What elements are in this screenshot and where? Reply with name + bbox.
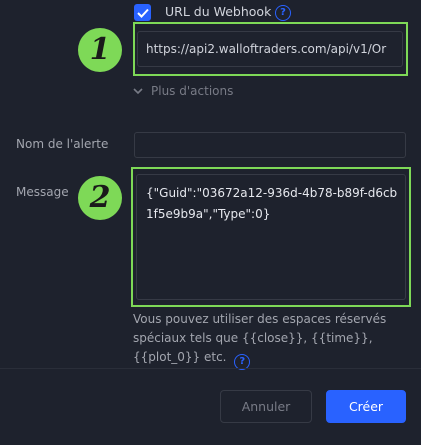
- alert-name-input[interactable]: [134, 132, 406, 158]
- message-text: {"Guid":"03672a12-936d-4b78-b89f-d6cb1f5…: [146, 186, 398, 221]
- message-label: Message: [16, 185, 69, 199]
- footer-divider: [0, 368, 421, 369]
- webhook-checkbox-label: URL du Webhook: [165, 4, 272, 19]
- create-button[interactable]: Créer: [326, 390, 406, 423]
- placeholder-hint-text: Vous pouvez utiliser des espaces réservé…: [133, 312, 387, 364]
- more-actions-toggle[interactable]: Plus d'actions: [133, 84, 233, 98]
- cancel-button[interactable]: Annuler: [220, 390, 312, 423]
- step-2-badge: 2: [78, 176, 122, 220]
- check-icon: [136, 8, 149, 18]
- placeholder-hint: Vous pouvez utiliser des espaces réservé…: [133, 310, 408, 370]
- help-icon[interactable]: ?: [275, 5, 291, 21]
- webhook-url-input[interactable]: https://api2.walloftraders.com/api/v1/Or: [137, 31, 403, 67]
- chevron-down-icon: [133, 87, 143, 94]
- webhook-checkbox[interactable]: [134, 4, 151, 21]
- alert-name-label: Nom de l'alerte: [16, 137, 109, 151]
- more-actions-label: Plus d'actions: [151, 84, 234, 98]
- step-1-badge: 1: [78, 28, 122, 72]
